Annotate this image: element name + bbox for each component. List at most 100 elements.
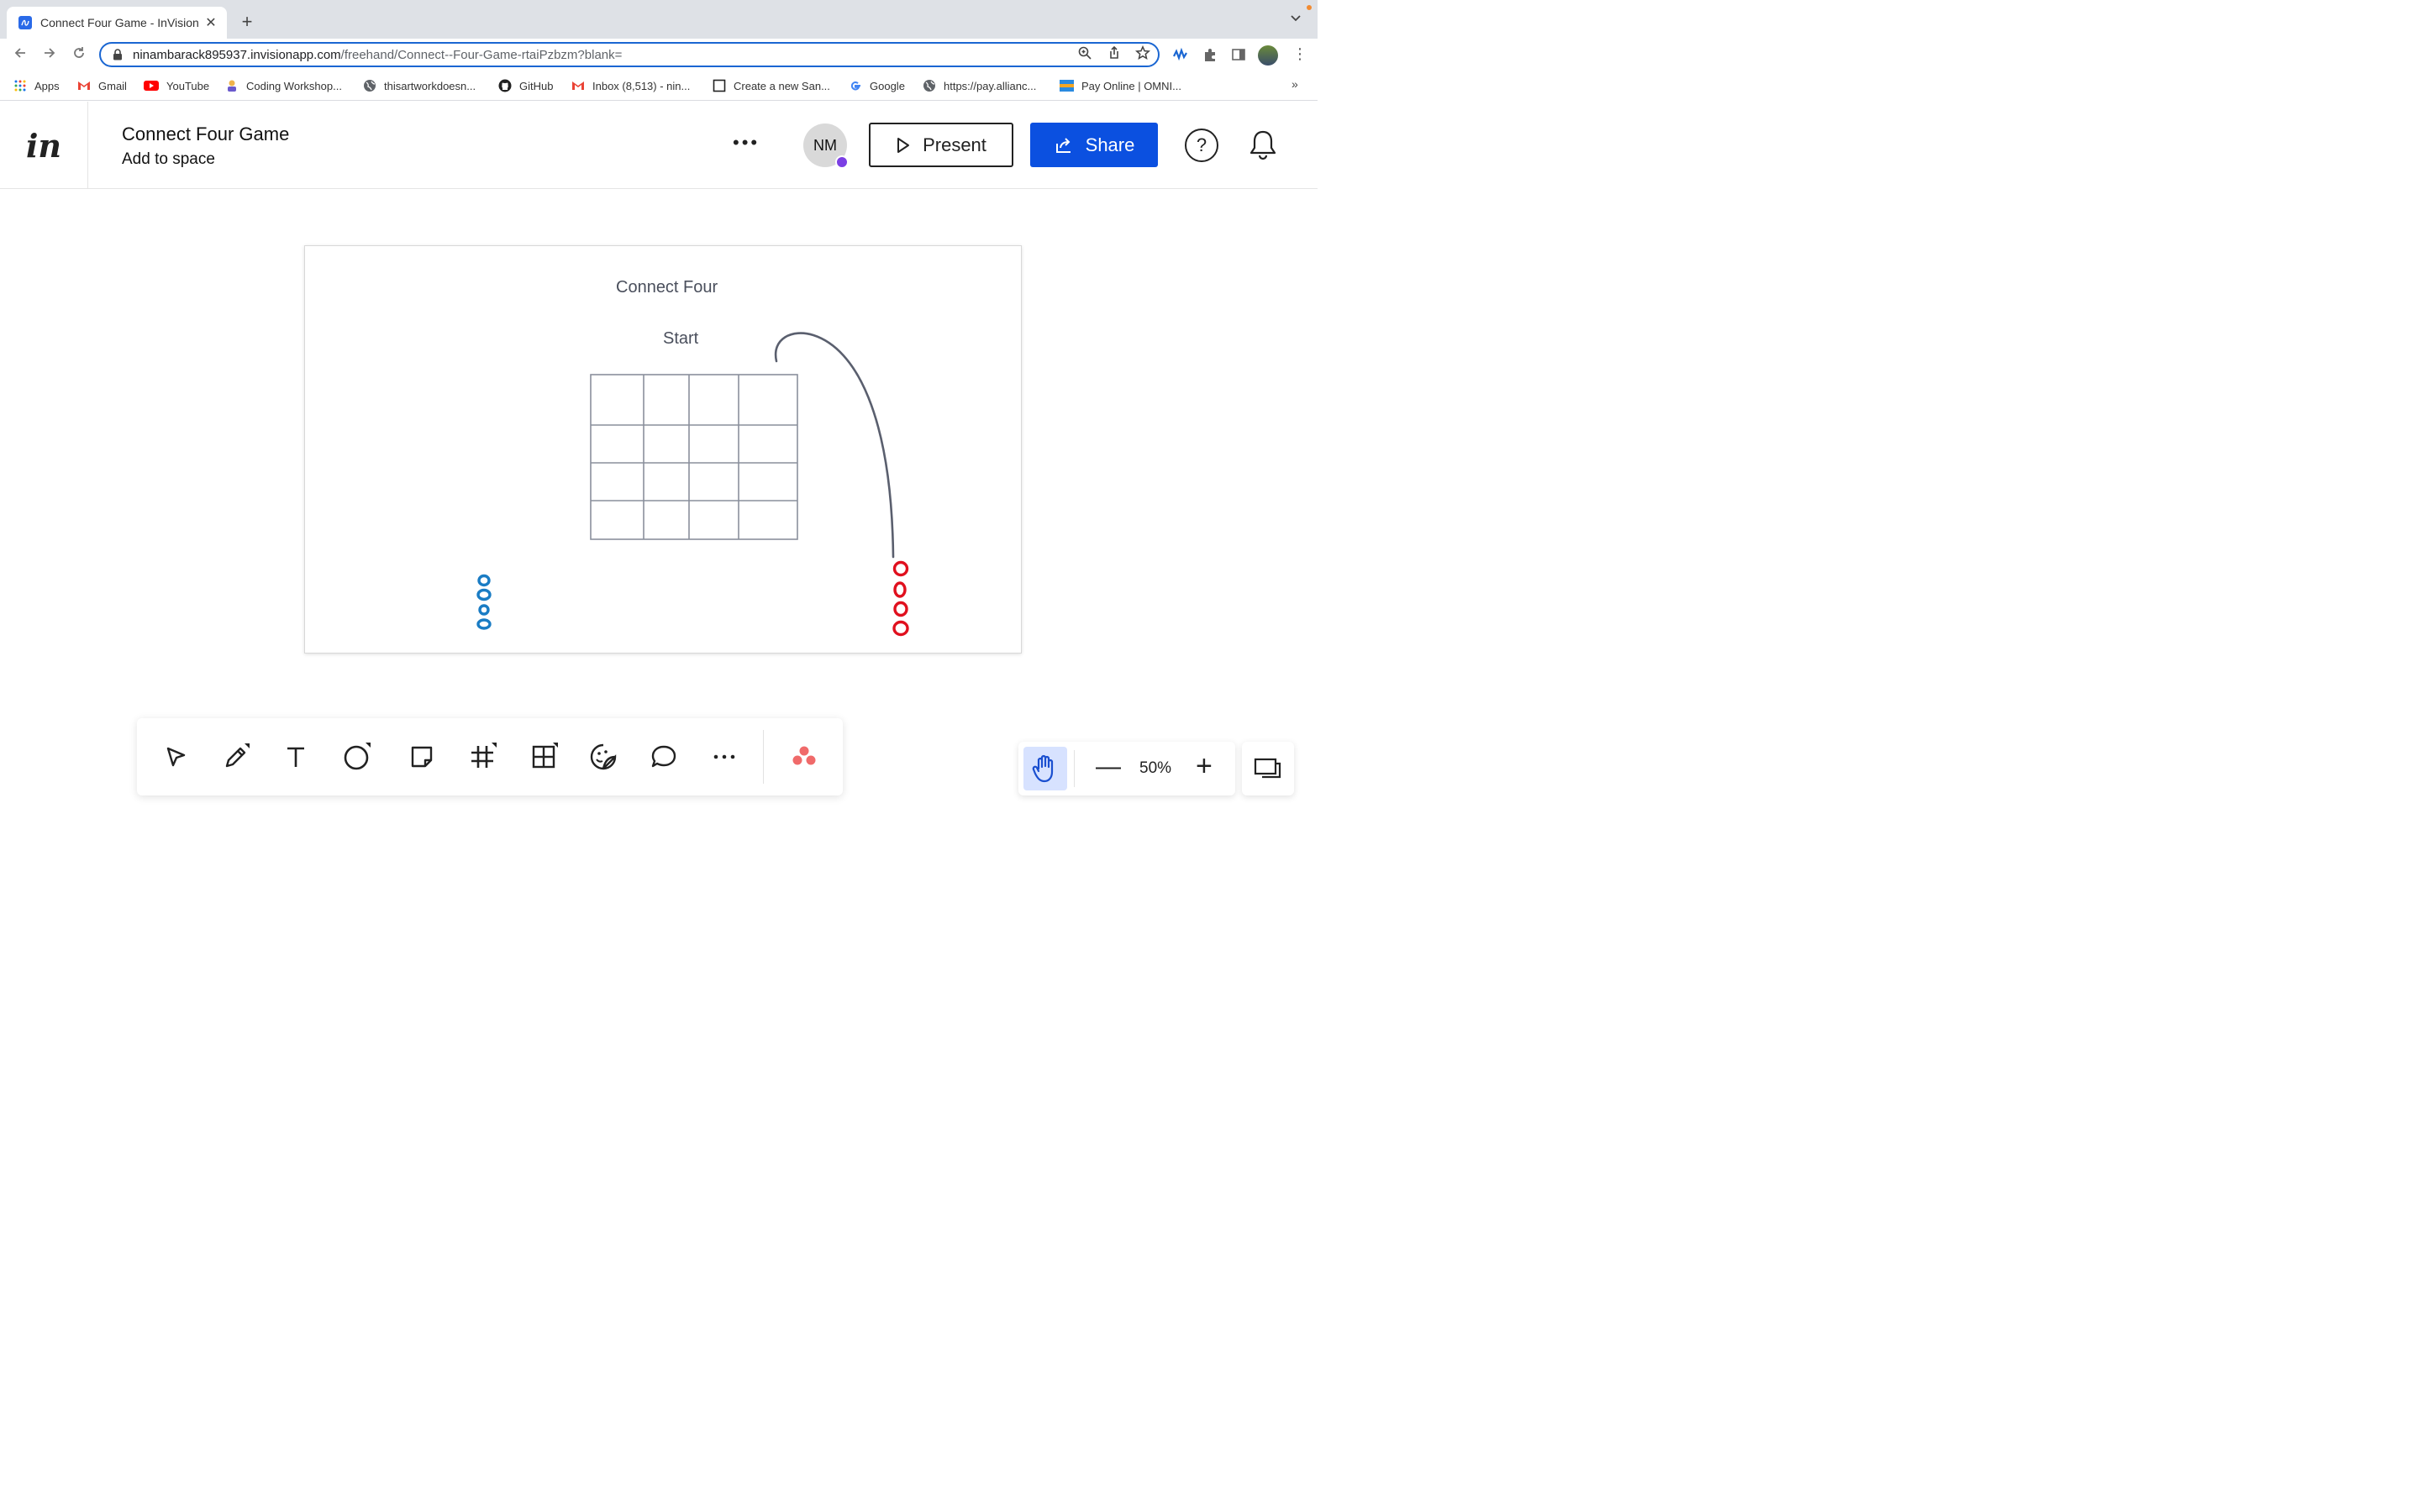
comment-tool[interactable] [648,741,680,773]
shape-tool[interactable] [340,741,372,773]
update-indicator [1307,5,1312,10]
zoom-level[interactable]: 50% [1139,759,1171,778]
extensions-puzzle-icon[interactable] [1202,47,1218,62]
browser-menu-icon[interactable]: ⋮ [1292,45,1307,63]
bookmark-label: Coding Workshop... [246,79,342,92]
share-arrow-icon [1055,137,1071,153]
globe-icon [364,80,376,92]
present-button[interactable]: Present [869,123,1013,167]
select-tool[interactable] [160,741,192,773]
browser-tab-bar: Connect Four Game - InVision ✕ + [0,0,1318,39]
bookmark-star-icon[interactable] [1135,45,1150,60]
bookmark-label: Apps [34,79,60,92]
bookmark-pay-alliance[interactable]: https://pay.allianc... [923,79,1036,92]
zoom-divider [1074,750,1075,787]
blue-piece [476,618,492,630]
gmail-icon [78,81,90,90]
pen-tool[interactable] [220,741,252,773]
youtube-icon [144,81,159,91]
asana-icon [792,746,816,765]
red-piece [892,560,909,577]
tab-title: Connect Four Game - InVision [40,16,199,29]
fit-screen-button[interactable] [1242,742,1294,795]
grid-icon [532,743,558,769]
sticker-icon [590,743,617,770]
more-tool[interactable] [708,741,740,773]
share-page-icon[interactable] [1107,45,1122,60]
zoom-lens-icon[interactable] [1077,45,1092,60]
invision-favicon-icon [18,16,32,29]
forward-arrow-icon[interactable] [40,45,59,65]
comment-icon [651,745,676,768]
help-icon[interactable]: ? [1185,129,1218,162]
address-bar[interactable]: ninambarack895937.invisionapp.com/freeha… [99,42,1160,67]
bookmark-label: Pay Online | OMNI... [1081,79,1181,92]
bookmark-create-sandbox[interactable]: Create a new San... [713,79,830,92]
presence-dot [835,155,849,169]
sticky-note-tool[interactable] [406,741,438,773]
square-icon [713,79,726,92]
bookmark-google[interactable]: Google [849,79,905,92]
bookmark-apps[interactable]: Apps [13,79,60,92]
sticker-tool[interactable] [587,741,619,773]
frame-tool[interactable] [466,741,498,773]
globe-icon [923,80,935,92]
document-title[interactable]: Connect Four Game [122,123,289,145]
tab-search-chevron-icon[interactable] [1290,12,1302,25]
bookmark-label: YouTube [166,79,210,92]
more-options-icon[interactable]: ••• [733,132,760,154]
red-pieces [892,560,909,637]
bookmark-thisartwork[interactable]: thisartworkdoesn... [363,79,476,92]
zoom-in-button[interactable]: + [1196,752,1213,780]
bookmark-label: Google [870,79,905,92]
red-piece [892,620,909,637]
blue-piece [477,574,491,587]
bookmark-inbox[interactable]: Inbox (8,513) - nin... [571,79,690,92]
app-header: in Connect Four Game Add to space ••• NM… [0,102,1318,189]
bookmark-pay-omni[interactable]: Pay Online | OMNI... [1060,79,1181,92]
share-button[interactable]: Share [1030,123,1158,167]
bookmarks-overflow-icon[interactable]: » [1292,77,1298,91]
extension-wave-icon[interactable] [1173,47,1188,62]
zoom-out-button[interactable]: — [1096,754,1121,780]
table-tool[interactable] [528,741,560,773]
workshop-icon [228,80,236,92]
text-tool[interactable] [280,741,312,773]
url-path: /freehand/Connect--Four-Game-rtaiPzbzm?b… [340,47,623,62]
hash-icon [471,743,497,768]
browser-tab[interactable]: Connect Four Game - InVision ✕ [7,7,227,39]
sticky-note-icon [411,746,433,768]
pencil-icon [225,743,250,768]
bookmark-youtube[interactable]: YouTube [144,79,209,92]
profile-avatar[interactable] [1258,45,1278,66]
fit-to-screen-icon [1254,758,1281,779]
bookmarks-bar: Apps Gmail YouTube Coding Workshop... th… [0,71,1318,101]
github-icon [498,79,512,92]
gmail-icon [572,81,584,90]
artboard-frame[interactable]: Connect Four Start [304,245,1022,654]
zoom-controls: — 50% + [1018,742,1235,795]
invision-logo[interactable]: in [0,102,88,189]
side-panel-icon[interactable] [1231,47,1246,62]
bookmark-gmail[interactable]: Gmail [77,79,127,92]
apps-tool[interactable] [788,741,820,773]
hand-tool[interactable] [1023,747,1067,790]
back-arrow-icon[interactable] [11,45,29,65]
cursor-icon [166,747,186,767]
tab-close-icon[interactable]: ✕ [203,14,218,31]
drawing-toolbar [137,718,843,795]
bookmark-github[interactable]: GitHub [498,79,553,92]
grid-outline [590,374,798,540]
bookmark-label: Gmail [98,79,127,92]
red-piece [893,601,908,617]
bookmark-label: Inbox (8,513) - nin... [592,79,691,92]
new-tab-button[interactable]: + [237,12,257,32]
user-avatar[interactable]: NM [803,123,849,169]
browser-toolbar: ninambarack895937.invisionapp.com/freeha… [0,39,1318,71]
add-to-space-link[interactable]: Add to space [122,150,215,169]
reload-icon[interactable] [70,45,88,65]
toolbar-divider [763,730,764,784]
share-label: Share [1085,134,1135,155]
notifications-bell-icon[interactable] [1248,129,1278,160]
bookmark-coding-workshop[interactable]: Coding Workshop... [225,79,342,92]
